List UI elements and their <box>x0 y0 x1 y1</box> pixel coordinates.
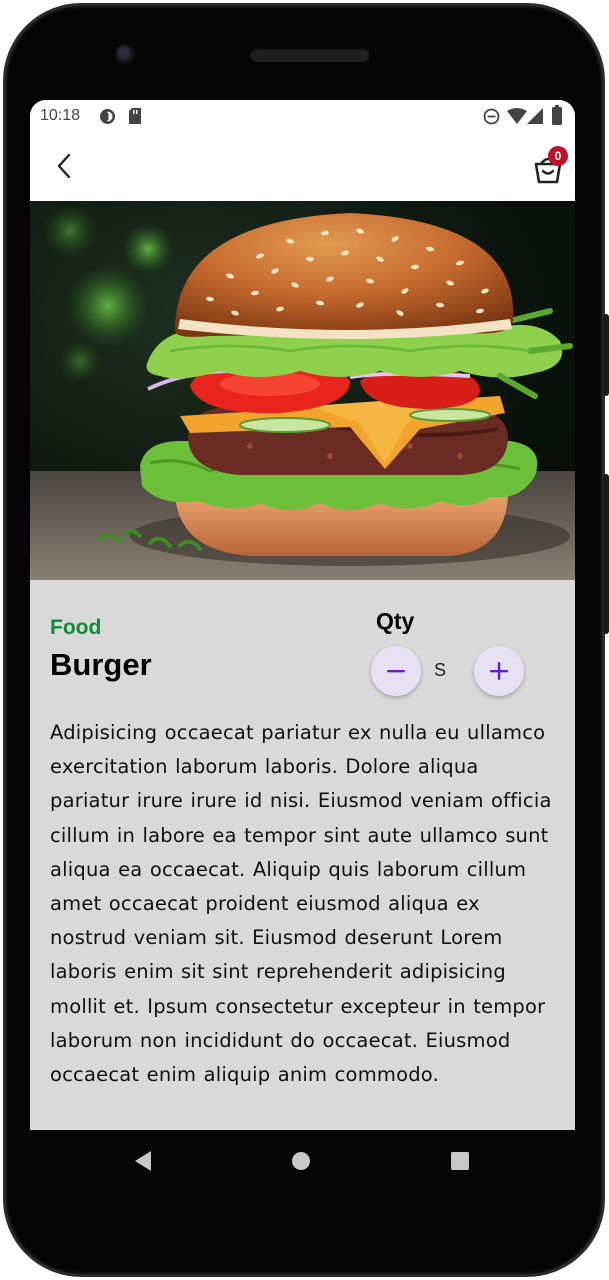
status-time: 10:18 <box>40 107 81 124</box>
volume-button <box>603 474 609 634</box>
front-camera <box>115 44 135 64</box>
product-image <box>30 201 575 580</box>
battery-icon <box>552 105 562 125</box>
chevron-left-icon <box>57 153 71 179</box>
overview-square-icon[interactable] <box>450 1151 470 1171</box>
cart-button[interactable]: 0 <box>530 144 570 188</box>
product-details: Food Burger Qty S Adipisicing occaecat p… <box>30 580 575 1130</box>
decrease-qty-button[interactable] <box>371 646 421 696</box>
status-bar: 10:18 <box>30 100 575 132</box>
qty-label: Qty <box>376 608 415 634</box>
product-description: Adipisicing occaecat pariatur ex nulla e… <box>50 721 552 1087</box>
do-not-disturb-icon <box>483 108 500 125</box>
back-button[interactable] <box>50 150 80 182</box>
product-category: Food <box>50 616 102 639</box>
home-circle-icon[interactable] <box>291 1151 311 1171</box>
wifi-icon <box>507 108 527 124</box>
minus-icon <box>387 670 405 673</box>
cart-count-badge: 0 <box>548 146 568 166</box>
product-title: Burger <box>50 647 152 682</box>
back-triangle-icon[interactable] <box>133 1150 153 1172</box>
app-bar: 0 <box>30 132 575 201</box>
sd-card-icon <box>129 108 141 124</box>
app-screen: 10:18 0 Food Burger Qty S Adipisicing oc… <box>30 100 575 1130</box>
burger-image <box>30 201 575 580</box>
earpiece-speaker <box>250 48 370 62</box>
data-saver-icon <box>100 109 115 124</box>
power-button <box>603 314 609 396</box>
size-value: S <box>434 660 447 680</box>
signal-icon <box>527 108 543 124</box>
plus-icon <box>490 662 508 680</box>
increase-qty-button[interactable] <box>474 646 524 696</box>
